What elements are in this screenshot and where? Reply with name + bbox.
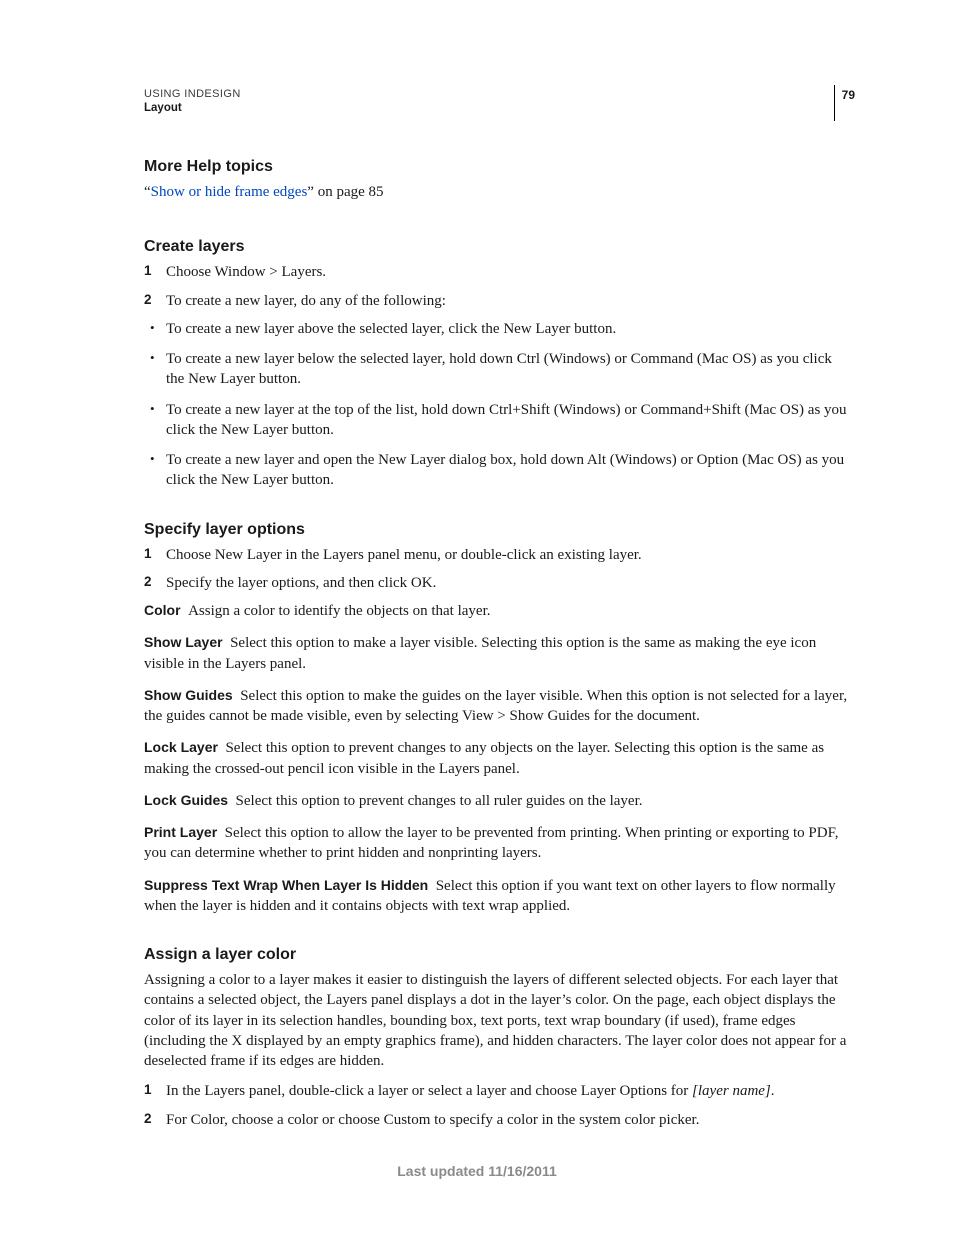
list-item: To create a new layer and open the New L… xyxy=(144,450,849,491)
page-number: 79 xyxy=(842,88,855,102)
more-help-heading: More Help topics xyxy=(144,158,849,176)
step-number: 2 xyxy=(144,1110,152,1128)
def-text: Select this option to allow the layer to… xyxy=(144,825,838,861)
def-show-guides: Show Guides Select this option to make t… xyxy=(144,686,849,727)
def-print-layer: Print Layer Select this option to allow … xyxy=(144,823,849,864)
assign-color-heading: Assign a layer color xyxy=(144,946,849,964)
list-item: 2 For Color, choose a color or choose Cu… xyxy=(144,1110,849,1130)
section-specify-options: Specify layer options 1 Choose New Layer … xyxy=(144,521,849,917)
list-item: To create a new layer above the selected… xyxy=(144,319,849,339)
create-layers-heading: Create layers xyxy=(144,238,849,256)
def-show-layer: Show Layer Select this option to make a … xyxy=(144,633,849,674)
def-term: Lock Guides xyxy=(144,792,228,808)
specify-options-steps: 1 Choose New Layer in the Layers panel me… xyxy=(144,545,849,594)
list-item: 1 Choose Window > Layers. xyxy=(144,262,849,282)
more-help-link-line: “Show or hide frame edges” on page 85 xyxy=(144,182,849,202)
list-item: To create a new layer at the top of the … xyxy=(144,400,849,441)
def-lock-guides: Lock Guides Select this option to preven… xyxy=(144,791,849,811)
page: USING INDESIGN Layout 79 More Help topic… xyxy=(0,0,954,1235)
def-text: Select this option to prevent changes to… xyxy=(236,793,643,809)
list-item: 2 Specify the layer options, and then cli… xyxy=(144,573,849,593)
list-item: 1 Choose New Layer in the Layers panel me… xyxy=(144,545,849,565)
def-lock-layer: Lock Layer Select this option to prevent… xyxy=(144,738,849,779)
specify-options-heading: Specify layer options xyxy=(144,521,849,539)
quote-close: ” xyxy=(307,184,314,200)
def-term: Show Guides xyxy=(144,687,233,703)
def-text: Select this option to make a layer visib… xyxy=(144,635,816,671)
quote-open: “ xyxy=(144,184,151,200)
assign-color-steps: 1 In the Layers panel, double-click a la… xyxy=(144,1081,849,1130)
bullet-text: To create a new layer at the top of the … xyxy=(166,402,847,438)
step-text-ital: [layer name] xyxy=(692,1083,771,1099)
bullet-text: To create a new layer and open the New L… xyxy=(166,452,844,488)
def-term: Suppress Text Wrap When Layer Is Hidden xyxy=(144,877,428,893)
def-color: Color Assign a color to identify the obj… xyxy=(144,601,849,621)
header-rule xyxy=(834,85,835,121)
bullet-text: To create a new layer above the selected… xyxy=(166,321,616,337)
def-term: Lock Layer xyxy=(144,739,218,755)
def-text: Assign a color to identify the objects o… xyxy=(188,603,490,619)
assign-color-intro: Assigning a color to a layer makes it ea… xyxy=(144,970,849,1071)
step-text-pre: In the Layers panel, double-click a laye… xyxy=(166,1083,692,1099)
more-help-topics: More Help topics “Show or hide frame edg… xyxy=(144,158,849,202)
step-text: Choose New Layer in the Layers panel men… xyxy=(166,547,642,563)
step-text: For Color, choose a color or choose Cust… xyxy=(166,1112,699,1128)
def-term: Show Layer xyxy=(144,634,223,650)
list-item: 2 To create a new layer, do any of the fo… xyxy=(144,291,849,311)
step-text-post: . xyxy=(771,1083,775,1099)
footer-updated: Last updated 11/16/2011 xyxy=(0,1163,954,1179)
def-term: Color xyxy=(144,602,181,618)
section-create-layers: Create layers 1 Choose Window > Layers. 2… xyxy=(144,238,849,490)
header-section: Layout xyxy=(144,102,849,114)
list-item: 1 In the Layers panel, double-click a la… xyxy=(144,1081,849,1101)
step-text: Specify the layer options, and then clic… xyxy=(166,575,436,591)
def-term: Print Layer xyxy=(144,824,217,840)
def-text: Select this option to make the guides on… xyxy=(144,688,847,724)
step-number: 1 xyxy=(144,1081,152,1099)
link-show-hide-frame-edges[interactable]: Show or hide frame edges xyxy=(151,184,308,200)
step-number: 2 xyxy=(144,573,152,591)
create-layers-steps: 1 Choose Window > Layers. 2 To create a ne… xyxy=(144,262,849,311)
link-suffix: on page 85 xyxy=(314,184,384,200)
step-number: 1 xyxy=(144,545,152,563)
create-layers-bullets: To create a new layer above the selected… xyxy=(144,319,849,491)
step-number: 2 xyxy=(144,291,152,309)
def-suppress-text-wrap: Suppress Text Wrap When Layer Is Hidden … xyxy=(144,876,849,917)
step-text: Choose Window > Layers. xyxy=(166,264,326,280)
def-text: Select this option to prevent changes to… xyxy=(144,740,824,776)
step-number: 1 xyxy=(144,262,152,280)
list-item: To create a new layer below the selected… xyxy=(144,349,849,390)
header-doc-title: USING INDESIGN xyxy=(144,88,849,100)
section-assign-color: Assign a layer color Assigning a color t… xyxy=(144,946,849,1130)
step-text: To create a new layer, do any of the fol… xyxy=(166,293,446,309)
page-header: USING INDESIGN Layout 79 xyxy=(144,88,849,114)
bullet-text: To create a new layer below the selected… xyxy=(166,351,832,387)
